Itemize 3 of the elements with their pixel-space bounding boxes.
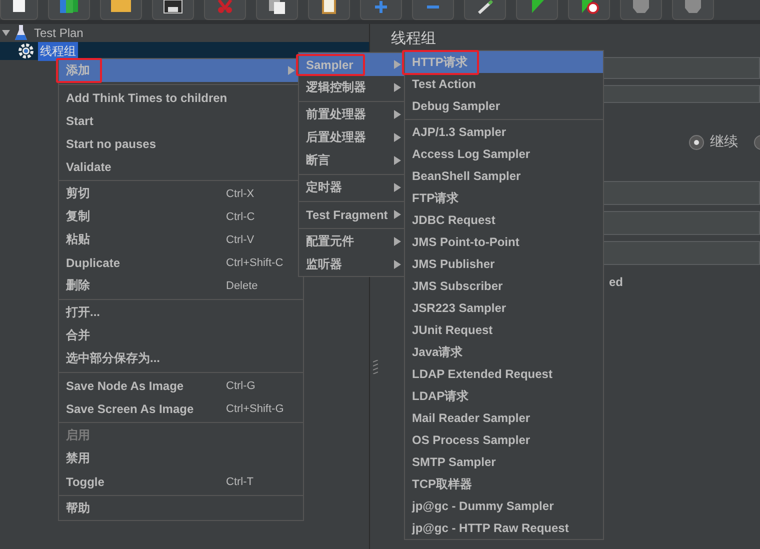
checkbox-label: ed <box>609 275 624 289</box>
panel-title: 线程组 <box>391 31 437 47</box>
radio-label: 继续 <box>710 133 738 151</box>
